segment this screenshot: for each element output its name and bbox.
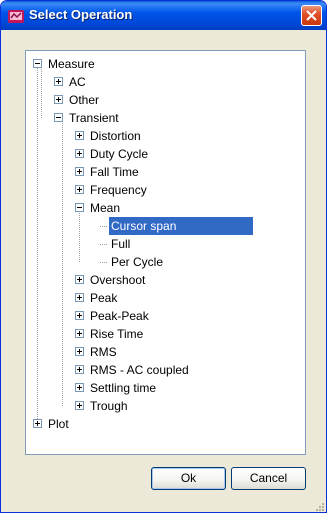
tree-item-ac[interactable]: AC xyxy=(26,73,305,91)
tree-item-settling-time[interactable]: Settling time xyxy=(26,379,305,397)
tree-connector xyxy=(100,244,108,245)
dialog-title: Select Operation xyxy=(29,7,133,22)
tree-item-label: RMS xyxy=(90,345,117,359)
tree-item-rms[interactable]: RMS xyxy=(26,343,305,361)
tree-item-label: AC xyxy=(69,75,86,89)
expand-icon[interactable] xyxy=(75,293,84,302)
tree-connector xyxy=(100,226,108,227)
expand-icon[interactable] xyxy=(75,131,84,140)
tree-connector xyxy=(100,262,108,263)
tree-item-mean[interactable]: Mean xyxy=(26,199,305,217)
tree-item-label: Peak xyxy=(90,291,118,305)
tree-item-full[interactable]: Full xyxy=(26,235,305,253)
tree-item-label: Rise Time xyxy=(90,327,144,341)
expand-icon[interactable] xyxy=(75,275,84,284)
tree-item-rise-time[interactable]: Rise Time xyxy=(26,325,305,343)
tree-item-label: Full xyxy=(111,237,131,251)
title-bar[interactable]: Select Operation xyxy=(1,1,326,30)
expand-icon[interactable] xyxy=(75,365,84,374)
cancel-button[interactable]: Cancel xyxy=(231,467,306,490)
cancel-button-label: Cancel xyxy=(249,471,288,485)
tree-item-label: Measure xyxy=(48,57,95,71)
tree-item-fall-time[interactable]: Fall Time xyxy=(26,163,305,181)
collapse-icon[interactable] xyxy=(33,59,42,68)
tree-item-label: Trough xyxy=(90,399,128,413)
tree-item-label: Cursor span xyxy=(109,217,253,235)
tree-item-label: Plot xyxy=(48,417,69,431)
collapse-icon[interactable] xyxy=(75,203,84,212)
expand-icon[interactable] xyxy=(75,149,84,158)
tree-item-peak[interactable]: Peak xyxy=(26,289,305,307)
tree-item-measure[interactable]: Measure xyxy=(26,55,305,73)
expand-icon[interactable] xyxy=(75,401,84,410)
resize-grip-icon[interactable] xyxy=(314,501,325,512)
expand-icon[interactable] xyxy=(33,419,42,428)
tree-item-plot[interactable]: Plot xyxy=(26,415,305,433)
tree-item-trough[interactable]: Trough xyxy=(26,397,305,415)
tree-item-label: Other xyxy=(69,93,100,107)
tree-item-cursor-span[interactable]: Cursor span xyxy=(26,217,305,235)
tree-item-label: Peak-Peak xyxy=(90,309,149,323)
ok-button-label: Ok xyxy=(180,471,197,485)
close-button[interactable] xyxy=(301,5,322,26)
tree-item-label: Transient xyxy=(69,111,119,125)
tree-item-label: Distortion xyxy=(90,129,141,143)
tree-item-label: Fall Time xyxy=(90,165,139,179)
tree-item-label: Overshoot xyxy=(90,273,146,287)
expand-icon[interactable] xyxy=(75,185,84,194)
expand-icon[interactable] xyxy=(75,311,84,320)
ok-button[interactable]: Ok xyxy=(151,467,226,490)
tree-item-other[interactable]: Other xyxy=(26,91,305,109)
operation-tree[interactable]: Measure AC Other Transient Distortion Duty Cy… xyxy=(25,50,306,455)
tree-item-transient[interactable]: Transient xyxy=(26,109,305,127)
collapse-icon[interactable] xyxy=(54,113,63,122)
tree-item-peak-peak[interactable]: Peak-Peak xyxy=(26,307,305,325)
app-icon xyxy=(8,10,24,23)
tree-item-label: Settling time xyxy=(90,381,157,395)
expand-icon[interactable] xyxy=(54,77,63,86)
tree-item-per-cycle[interactable]: Per Cycle xyxy=(26,253,305,271)
close-icon xyxy=(306,10,317,21)
tree-item-label: Mean xyxy=(90,201,121,215)
expand-icon[interactable] xyxy=(54,95,63,104)
expand-icon[interactable] xyxy=(75,347,84,356)
select-operation-dialog: Select Operation Measure AC Other Transient… xyxy=(0,0,327,513)
expand-icon[interactable] xyxy=(75,167,84,176)
tree-item-duty-cycle[interactable]: Duty Cycle xyxy=(26,145,305,163)
tree-item-rms-ac-coupled[interactable]: RMS - AC coupled xyxy=(26,361,305,379)
tree-item-overshoot[interactable]: Overshoot xyxy=(26,271,305,289)
expand-icon[interactable] xyxy=(75,329,84,338)
tree-item-label: Per Cycle xyxy=(111,255,164,269)
tree-item-distortion[interactable]: Distortion xyxy=(26,127,305,145)
tree-item-label: RMS - AC coupled xyxy=(90,363,189,377)
tree-item-label: Duty Cycle xyxy=(90,147,149,161)
tree-item-frequency[interactable]: Frequency xyxy=(26,181,305,199)
expand-icon[interactable] xyxy=(75,383,84,392)
tree-item-label: Frequency xyxy=(90,183,147,197)
